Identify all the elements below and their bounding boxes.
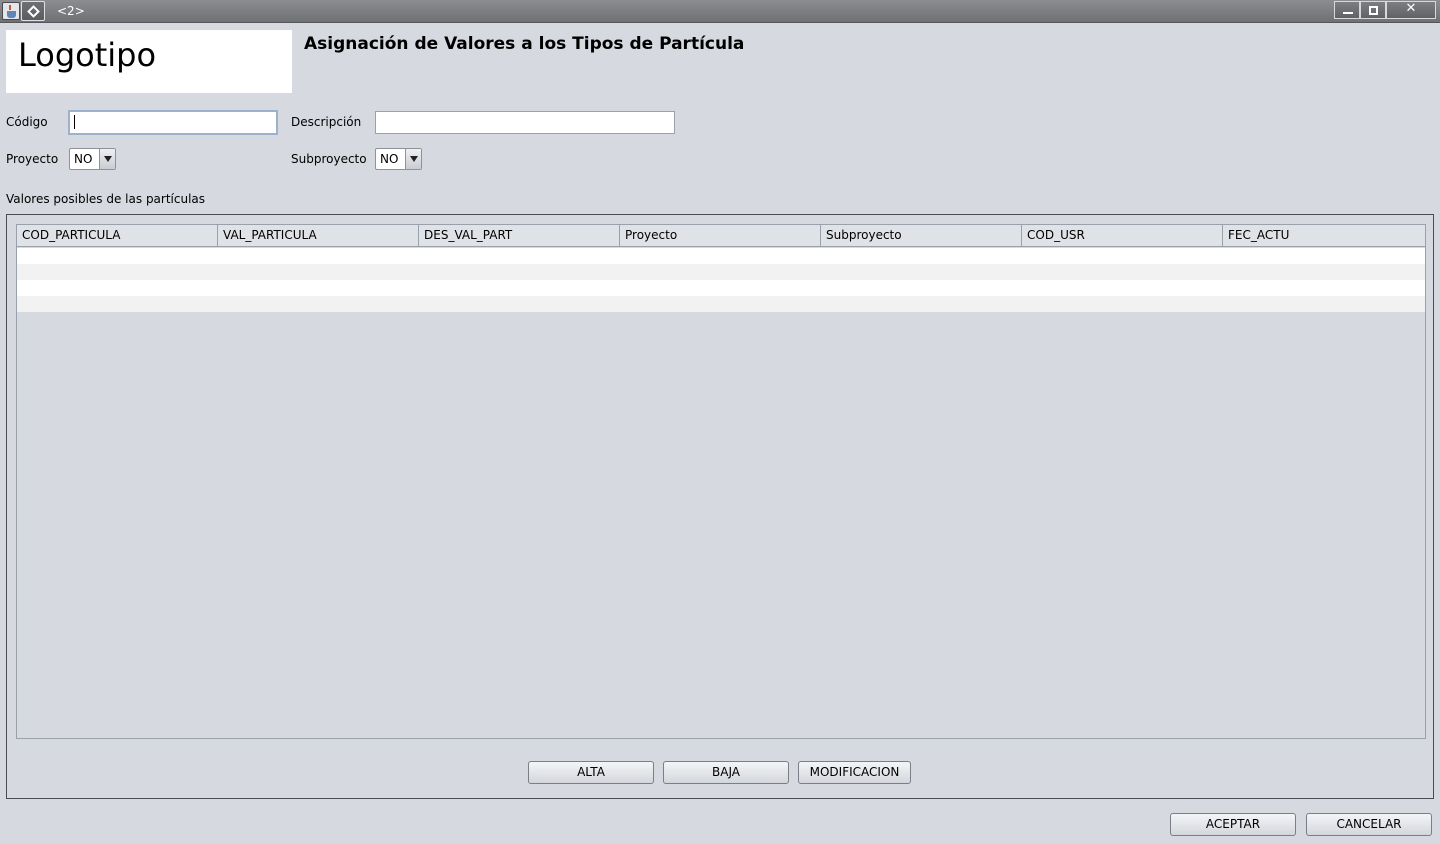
aceptar-button[interactable]: ACEPTAR	[1170, 813, 1296, 836]
codigo-field-wrap[interactable]	[68, 110, 278, 135]
column-header[interactable]: VAL_PARTICULA	[218, 225, 419, 247]
logo: Logotipo	[6, 30, 292, 93]
proyecto-select[interactable]: NO	[69, 148, 116, 170]
baja-button[interactable]: BAJA	[663, 761, 789, 784]
close-button[interactable]: ✕	[1386, 1, 1436, 19]
codigo-input[interactable]	[70, 112, 276, 133]
cancelar-button[interactable]: CANCELAR	[1306, 813, 1432, 836]
descripcion-label: Descripción	[291, 115, 362, 129]
chevron-down-icon	[104, 156, 112, 162]
chevron-down-icon	[410, 156, 418, 162]
logo-text: Logotipo	[18, 36, 157, 74]
table-header: COD_PARTICULA VAL_PARTICULA DES_VAL_PART…	[17, 225, 1425, 247]
proyecto-label: Proyecto	[6, 152, 59, 166]
maximize-button[interactable]	[1360, 1, 1386, 19]
subproyecto-select-value: NO	[380, 152, 399, 166]
column-header[interactable]: DES_VAL_PART	[419, 225, 620, 247]
subproyecto-label: Subproyecto	[291, 152, 367, 166]
minimize-icon	[1343, 12, 1353, 14]
alta-button[interactable]: ALTA	[528, 761, 654, 784]
subproyecto-dropdown-button[interactable]	[405, 149, 421, 169]
codigo-label: Código	[6, 115, 48, 129]
subproyecto-select[interactable]: NO	[375, 148, 422, 170]
descripcion-field-wrap[interactable]	[375, 111, 675, 134]
minimize-button[interactable]	[1334, 1, 1360, 19]
column-header[interactable]: COD_USR	[1022, 225, 1223, 247]
java-app-icon	[2, 2, 20, 20]
maximize-icon	[1369, 6, 1378, 15]
column-header[interactable]: Proyecto	[620, 225, 821, 247]
values-table[interactable]: COD_PARTICULA VAL_PARTICULA DES_VAL_PART…	[16, 224, 1426, 739]
close-icon: ✕	[1405, 1, 1417, 16]
window-titlebar[interactable]: <2> ✕	[0, 0, 1440, 23]
table-row[interactable]	[17, 248, 1425, 264]
modificacion-button[interactable]: MODIFICACION	[798, 761, 911, 784]
text-caret	[74, 115, 75, 129]
values-panel: COD_PARTICULA VAL_PARTICULA DES_VAL_PART…	[6, 214, 1434, 799]
proyecto-select-value: NO	[74, 152, 93, 166]
proyecto-dropdown-button[interactable]	[99, 149, 115, 169]
table-caption: Valores posibles de las partículas	[6, 192, 206, 206]
window-title: <2>	[57, 4, 85, 18]
table-row[interactable]	[17, 264, 1425, 280]
column-header[interactable]: Subproyecto	[821, 225, 1022, 247]
window-menu-icon[interactable]	[21, 1, 45, 21]
table-row[interactable]	[17, 296, 1425, 312]
column-header[interactable]: COD_PARTICULA	[17, 225, 218, 247]
page-title: Asignación de Valores a los Tipos de Par…	[304, 34, 745, 54]
table-row[interactable]	[17, 280, 1425, 296]
column-header[interactable]: FEC_ACTU	[1223, 225, 1425, 247]
descripcion-input[interactable]	[376, 112, 674, 133]
